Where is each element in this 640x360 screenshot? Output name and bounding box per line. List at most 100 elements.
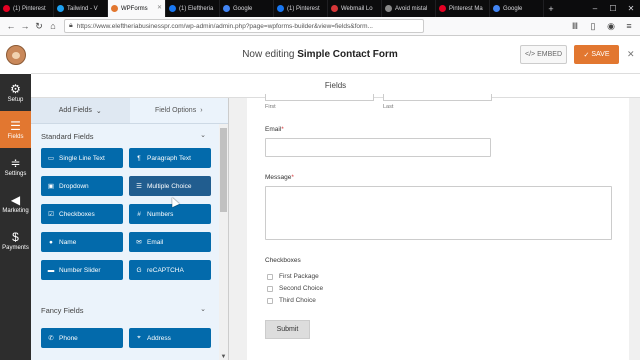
sidebar-item-payments[interactable]: $ Payments xyxy=(0,222,31,259)
embed-button[interactable]: </> EMBED xyxy=(520,45,567,64)
submit-button[interactable]: Submit xyxy=(265,320,310,339)
checkbox-option[interactable]: First Package xyxy=(267,273,319,280)
sliders-icon: ≑ xyxy=(10,155,21,170)
chevron-down-icon: ⌄ xyxy=(200,132,206,139)
account-icon[interactable]: ◉ xyxy=(604,19,618,33)
save-button[interactable]: ✓ SAVE xyxy=(574,45,619,64)
tab-favicon xyxy=(223,5,230,12)
minimize-icon[interactable]: – xyxy=(586,0,604,17)
embed-label: EMBED xyxy=(537,51,563,58)
standard-fields-grid: ▭ Single Line Text ¶ Paragraph Text ▣ Dropd… xyxy=(31,148,228,280)
browser-tab[interactable]: (1) Pinterest xyxy=(0,0,54,17)
email-label: Email* xyxy=(265,126,284,133)
tab-favicon xyxy=(169,5,176,12)
field-button-paragraph-text[interactable]: ¶ Paragraph Text xyxy=(129,148,211,168)
window-controls: – ☐ ✕ xyxy=(586,0,640,17)
sidebar-item-marketing[interactable]: ◀ Marketing xyxy=(0,185,31,222)
field-button-label: Name xyxy=(59,238,77,246)
chevron-right-icon: › xyxy=(200,107,203,114)
choice-label: Second Choice xyxy=(279,285,324,292)
menu-icon[interactable]: ≡ xyxy=(622,19,636,33)
address-bar[interactable]: 🔒︎ https://www.eleftheriabusinesspr.com/… xyxy=(64,19,424,33)
field-button-address[interactable]: ⌖ Address xyxy=(129,328,211,348)
browser-tab[interactable]: Tailwind - V xyxy=(54,0,108,17)
browser-tab-active[interactable]: WPForms ✕ xyxy=(108,0,166,17)
required-mark: * xyxy=(291,174,294,181)
browser-tab[interactable]: Webmail Lo xyxy=(328,0,382,17)
field-button-dropdown[interactable]: ▣ Dropdown xyxy=(41,176,123,196)
megaphone-icon: ◀ xyxy=(10,192,21,207)
browser-tab[interactable]: Google xyxy=(220,0,274,17)
close-window-icon[interactable]: ✕ xyxy=(622,0,640,17)
browser-tab[interactable]: (1) Pinterest xyxy=(274,0,328,17)
sidebar-item-settings[interactable]: ≑ Settings xyxy=(0,148,31,185)
sidebar-toggle-icon[interactable]: ▯ xyxy=(586,19,600,33)
fancy-fields-header[interactable]: Fancy Fields ⌄ xyxy=(31,298,228,322)
tab-field-options[interactable]: Field Options › xyxy=(130,98,229,123)
message-label-text: Message xyxy=(265,174,292,181)
slider-icon: ▬ xyxy=(47,266,55,274)
sidebar-item-fields[interactable]: ☰ Fields xyxy=(0,111,31,148)
field-button-multiple-choice[interactable]: ☰ Multiple Choice xyxy=(129,176,211,196)
email-label-text: Email xyxy=(265,126,282,133)
tab-favicon xyxy=(277,5,284,12)
url-text: https://www.eleftheriabusinesspr.com/wp-… xyxy=(76,22,373,30)
tab-label: Field Options xyxy=(154,107,197,114)
user-icon: ● xyxy=(49,238,53,246)
scrollbar-thumb[interactable] xyxy=(220,128,227,212)
message-field[interactable] xyxy=(265,186,612,240)
reload-icon[interactable]: ↻ xyxy=(32,19,46,33)
tab-label: Webmail Lo xyxy=(341,5,373,12)
email-field[interactable] xyxy=(265,138,491,157)
browser-tab[interactable]: Google xyxy=(490,0,544,17)
close-tab-icon[interactable]: ✕ xyxy=(157,4,162,11)
field-button-numbers[interactable]: # Numbers xyxy=(129,204,211,224)
field-button-email[interactable]: ✉ Email xyxy=(129,232,211,252)
field-button-number-slider[interactable]: ▬ Number Slider xyxy=(41,260,123,280)
hash-icon: # xyxy=(137,210,141,218)
checkbox-option[interactable]: Third Choice xyxy=(267,297,316,304)
new-tab-icon[interactable]: + xyxy=(544,0,558,17)
forward-icon[interactable]: → xyxy=(18,19,32,33)
field-button-single-line-text[interactable]: ▭ Single Line Text xyxy=(41,148,123,168)
editing-prefix: Now editing xyxy=(242,49,295,60)
fancy-fields-grid: ✆ Phone ⌖ Address xyxy=(31,328,228,348)
panel-scrollbar[interactable]: ▼ xyxy=(219,124,228,360)
last-name-input[interactable] xyxy=(383,94,492,101)
library-icon[interactable]: Ⅲ xyxy=(568,19,582,33)
dropdown-icon: ▣ xyxy=(47,183,55,190)
field-button-label: Multiple Choice xyxy=(147,182,192,190)
standard-fields-header[interactable]: Standard Fields ⌄ xyxy=(31,124,228,148)
field-button-recaptcha[interactable]: GreCAPTCHA xyxy=(129,260,211,280)
sidebar-item-setup[interactable]: ⚙ Setup xyxy=(0,74,31,111)
tab-label: Pinterest Ma xyxy=(449,5,483,12)
sidebar-item-label: Payments xyxy=(2,244,29,251)
checkbox-option[interactable]: Second Choice xyxy=(267,285,323,292)
browser-tab[interactable]: Pinterest Ma xyxy=(436,0,490,17)
back-icon[interactable]: ← xyxy=(4,19,18,33)
close-builder-icon[interactable]: ✕ xyxy=(627,49,635,60)
maximize-icon[interactable]: ☐ xyxy=(604,0,622,17)
tab-add-fields[interactable]: Add Fields ⌄ xyxy=(31,98,130,123)
tab-label: (1) Pinterest xyxy=(287,5,320,12)
browser-nav-bar: ← → ↻ ⌂ 🔒︎ https://www.eleftheriabusines… xyxy=(0,17,640,36)
scroll-down-icon[interactable]: ▼ xyxy=(220,354,227,360)
message-label: Message* xyxy=(265,174,294,181)
first-name-input[interactable] xyxy=(265,94,374,101)
checkbox-icon[interactable] xyxy=(267,285,273,292)
field-button-phone[interactable]: ✆ Phone xyxy=(41,328,123,348)
home-icon[interactable]: ⌂ xyxy=(46,19,60,33)
field-button-label: Dropdown xyxy=(59,182,89,190)
checkbox-icon[interactable] xyxy=(267,297,273,304)
form-preview: First Last Email* Message* Checkboxes Fi… xyxy=(229,94,640,360)
tab-label: Tailwind - V xyxy=(67,5,98,12)
checkbox-icon[interactable] xyxy=(267,273,273,280)
field-button-checkboxes[interactable]: ☑ Checkboxes xyxy=(41,204,123,224)
field-button-name[interactable]: ● Name xyxy=(41,232,123,252)
dollar-icon: $ xyxy=(12,229,19,244)
check-icon: ✓ xyxy=(583,51,590,59)
last-sublabel: Last xyxy=(383,104,394,110)
tab-favicon xyxy=(57,5,64,12)
browser-tab[interactable]: (1) Eleftheria xyxy=(166,0,220,17)
browser-tab[interactable]: Avoid mistal xyxy=(382,0,436,17)
